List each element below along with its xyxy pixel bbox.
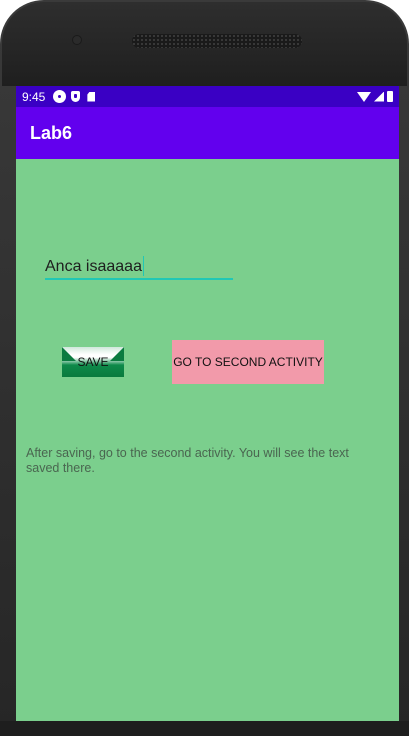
app-bar: Lab6 [16, 107, 399, 159]
info-text: After saving, go to the second activity.… [26, 446, 349, 475]
save-button-label: SAVE [77, 355, 109, 369]
sdcard-icon [87, 91, 96, 102]
status-time: 9:45 [22, 89, 46, 104]
text-cursor [142, 256, 145, 276]
text-input[interactable]: Anca isaaaaa [45, 256, 233, 280]
phone-bezel [2, 2, 407, 86]
gear-icon [55, 92, 65, 101]
text-input-value: Anca isaaaaa [45, 258, 142, 275]
navigation-bar [0, 721, 409, 736]
camera-icon [72, 35, 82, 45]
status-bar: 9:45 [16, 86, 399, 107]
save-button[interactable]: SAVE [62, 347, 124, 377]
speaker-grille [132, 34, 302, 48]
go-to-second-activity-label: GO TO SECOND ACTIVITY [173, 355, 323, 369]
app-title: Lab6 [30, 122, 73, 143]
battery-icon [387, 91, 393, 102]
signal-icon [374, 91, 384, 102]
phone-frame: 9:45 Lab6 Anca isaaaaa SAVE GO TO SECOND… [0, 0, 409, 736]
go-to-second-activity-button[interactable]: GO TO SECOND ACTIVITY [172, 340, 324, 384]
status-right-icons [357, 91, 393, 102]
shield-icon [71, 91, 81, 102]
app-screen: 9:45 Lab6 Anca isaaaaa SAVE GO TO SECOND… [16, 86, 399, 736]
wifi-icon [357, 91, 371, 102]
